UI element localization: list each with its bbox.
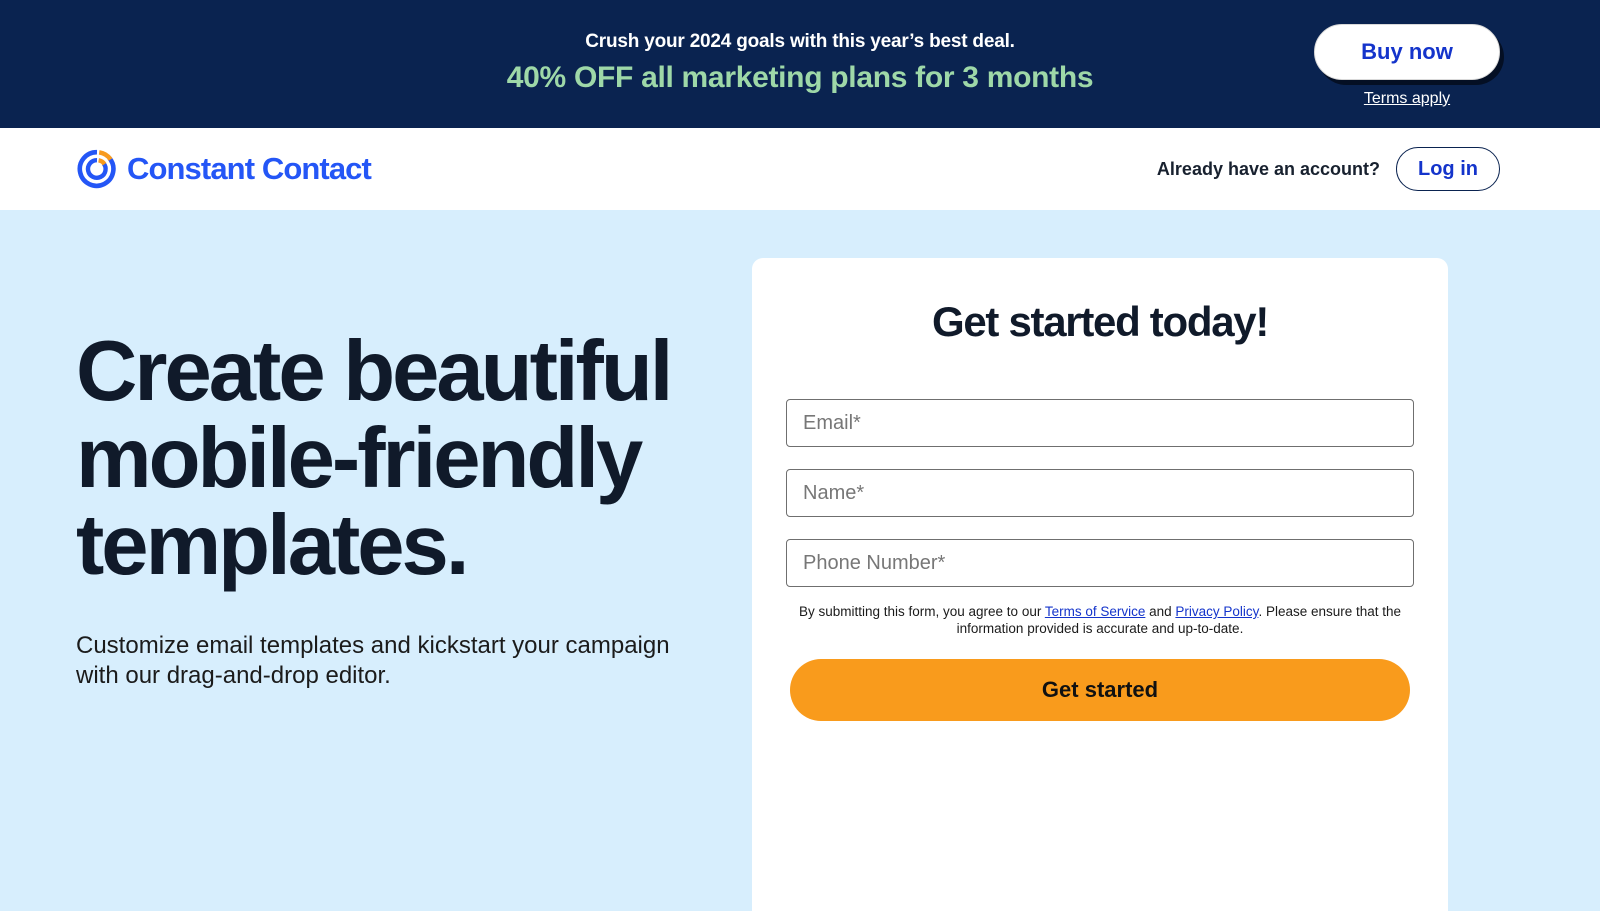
promo-cta-group: Buy now Terms apply [1314, 24, 1500, 108]
header-account-group: Already have an account? Log in [1157, 147, 1500, 191]
signup-card: Get started today! By submitting this fo… [752, 258, 1448, 911]
hero-copy: Create beautiful mobile-friendly templat… [76, 328, 686, 691]
privacy-policy-link[interactable]: Privacy Policy [1175, 604, 1258, 619]
get-started-button[interactable]: Get started [790, 659, 1410, 721]
promo-headline: Crush your 2024 goals with this year’s b… [585, 31, 1015, 52]
hero-section: Create beautiful mobile-friendly templat… [0, 210, 1600, 911]
legal-middle: and [1145, 604, 1176, 619]
terms-of-service-link[interactable]: Terms of Service [1045, 604, 1146, 619]
name-field[interactable] [786, 469, 1414, 517]
promo-banner: Crush your 2024 goals with this year’s b… [0, 0, 1600, 128]
buy-now-button[interactable]: Buy now [1314, 24, 1500, 80]
site-header: Constant Contact Already have an account… [0, 128, 1600, 210]
hero-subtitle: Customize email templates and kickstart … [76, 632, 670, 689]
phone-field[interactable] [786, 539, 1414, 587]
email-field[interactable] [786, 399, 1414, 447]
terms-apply-link[interactable]: Terms apply [1364, 90, 1450, 108]
login-button[interactable]: Log in [1396, 147, 1500, 191]
signup-card-title: Get started today! [932, 298, 1269, 345]
promo-offer: 40% OFF all marketing plans for 3 months [506, 61, 1094, 94]
brand-name: Constant Contact [127, 151, 372, 186]
constant-contact-logo-icon [77, 149, 116, 189]
legal-prefix: By submitting this form, you agree to ou… [798, 604, 1045, 619]
account-question-label: Already have an account? [1156, 158, 1380, 179]
promo-banner-text: Crush your 2024 goals with this year’s b… [506, 29, 1094, 99]
brand-logo[interactable]: Constant Contact [76, 148, 372, 190]
legal-disclaimer: By submitting this form, you agree to ou… [768, 603, 1432, 637]
signup-form-fields [768, 399, 1432, 587]
page-title: Create beautiful mobile-friendly templat… [76, 324, 673, 593]
